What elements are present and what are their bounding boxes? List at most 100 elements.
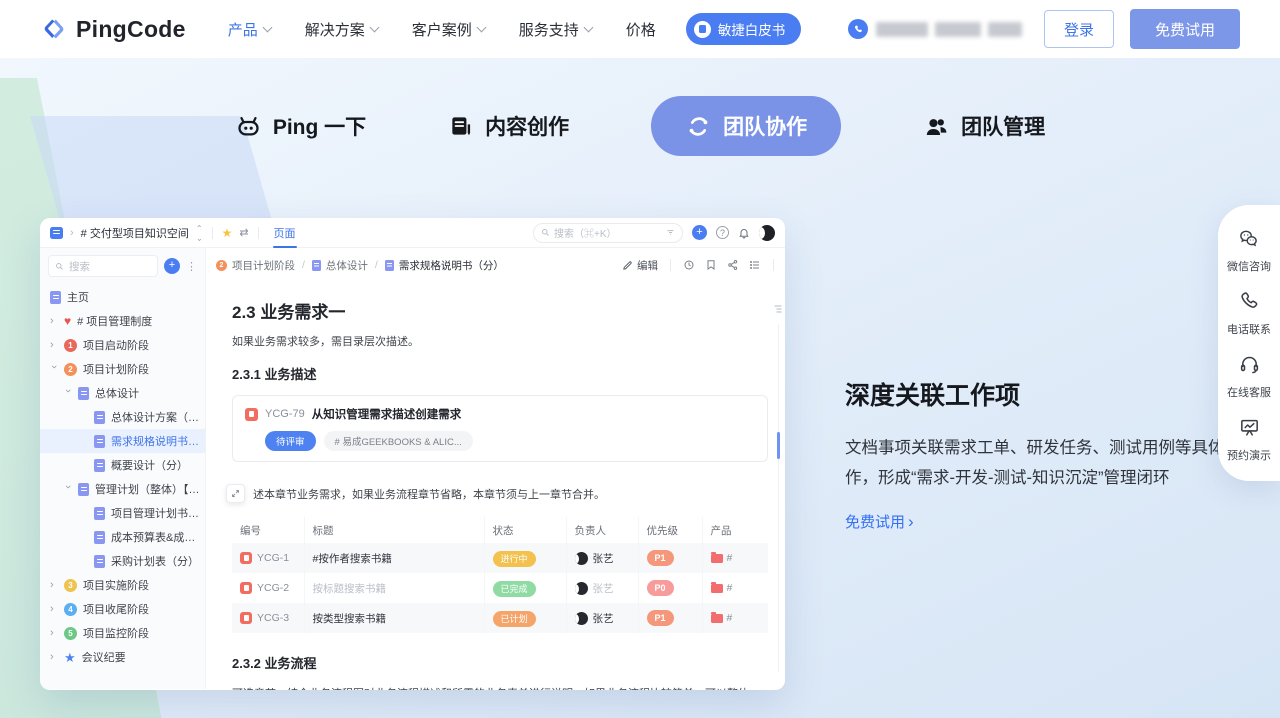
tree-item[interactable]: 采购计划表（分） bbox=[40, 549, 205, 573]
feature-copy: 深度关联工作项 文档事项关联需求工单、研发任务、测试用例等具体工作，形成“需求-… bbox=[845, 376, 1255, 532]
tree-chevron-icon[interactable]: › bbox=[62, 389, 74, 397]
table-row[interactable]: YCG-1 #按作者搜索书籍 进行中 张艺 P1 # bbox=[232, 543, 768, 573]
document-icon bbox=[385, 260, 394, 271]
breadcrumb-item[interactable]: 总体设计 / bbox=[312, 258, 378, 273]
edit-button[interactable]: 编辑 bbox=[622, 258, 658, 273]
requirements-table: 编号 标题 状态 负责人 优先级 产品 bbox=[232, 517, 768, 633]
table-row[interactable]: YCG-3 按类型搜索书籍 已计划 张艺 P1 # bbox=[232, 603, 768, 633]
requirement-icon bbox=[245, 408, 258, 421]
breadcrumb-separator: / bbox=[375, 259, 378, 271]
status-badge: 进行中 bbox=[493, 551, 536, 567]
doc-paragraph: 述本章节业务需求，如果业务流程章节省略，本章节须与上一章节合并。 bbox=[253, 486, 605, 502]
contact-item[interactable]: 预约演示 bbox=[1227, 416, 1271, 463]
nav-menu-item[interactable]: 解决方案 bbox=[305, 19, 378, 40]
tree-item[interactable]: › 2 项目计划阶段 bbox=[40, 357, 205, 381]
nav-menu-item[interactable]: 客户案例 bbox=[412, 19, 485, 40]
expand-icon[interactable] bbox=[226, 484, 245, 503]
tree-chevron-icon[interactable]: › bbox=[62, 485, 74, 493]
contact-item[interactable]: 电话联系 bbox=[1227, 290, 1271, 337]
tree-item[interactable]: 项目管理计划书（... bbox=[40, 501, 205, 525]
help-icon[interactable]: ? bbox=[716, 226, 729, 239]
headset-icon bbox=[1238, 353, 1261, 379]
doc-heading-2: 2.3.2 业务流程 bbox=[232, 653, 768, 672]
tree-item[interactable]: 成本预算表&成本管... bbox=[40, 525, 205, 549]
add-page-button[interactable]: + bbox=[164, 258, 180, 274]
free-trial-link[interactable]: 免费试用 › bbox=[845, 511, 914, 532]
tree-item[interactable]: › 4 项目收尾阶段 bbox=[40, 597, 205, 621]
tree-item[interactable]: › ★ 会议纪要 bbox=[40, 645, 205, 669]
demo-screen-icon bbox=[1238, 416, 1261, 442]
numbered-circle-icon: 5 bbox=[64, 627, 77, 640]
tree-chevron-icon[interactable]: › bbox=[50, 603, 58, 615]
nav-menu-item[interactable]: 价格 bbox=[626, 19, 656, 40]
tree-item[interactable]: 总体设计方案（总） bbox=[40, 405, 205, 429]
tree-chevron-icon[interactable]: › bbox=[50, 315, 58, 327]
tree-chevron-icon[interactable]: › bbox=[50, 579, 58, 591]
more-menu-icon[interactable]: ⋮ bbox=[186, 260, 197, 273]
document-body: 2.3 业务需求一 如果业务需求较多，需目录层次描述。 2.3.1 业务描述 Y… bbox=[206, 280, 785, 690]
sidebar-search-input[interactable]: 搜索 bbox=[48, 255, 158, 277]
contact-item[interactable]: 在线客服 bbox=[1227, 353, 1271, 400]
tree-item[interactable]: 需求规格说明书（... bbox=[40, 429, 205, 453]
outline-list-icon[interactable] bbox=[749, 259, 761, 271]
tree-chevron-icon[interactable]: › bbox=[50, 651, 58, 663]
feature-tab[interactable]: 团队管理 bbox=[923, 96, 1045, 156]
project-tag: # 易成GEEKBOOKS & ALIC... bbox=[324, 431, 473, 451]
contact-item[interactable]: 微信咨询 bbox=[1227, 227, 1271, 274]
tree-item[interactable]: › 管理计划（整体）【内... bbox=[40, 477, 205, 501]
product-cell: # bbox=[711, 612, 761, 624]
swap-icon[interactable]: ⇄ bbox=[239, 226, 248, 239]
tree-item-label: 项目实施阶段 bbox=[83, 577, 205, 593]
tree-chevron-icon[interactable]: › bbox=[50, 627, 58, 639]
bookmark-icon[interactable] bbox=[705, 259, 717, 271]
document-icon bbox=[50, 291, 61, 304]
feature-tab[interactable]: Ping 一下 bbox=[235, 96, 366, 156]
tree-item[interactable]: › ♥ # 项目管理制度 bbox=[40, 309, 205, 333]
share-icon[interactable] bbox=[727, 259, 739, 271]
numbered-circle-icon: 3 bbox=[64, 579, 77, 592]
feature-tab[interactable]: 团队协作 bbox=[651, 96, 841, 156]
user-avatar[interactable] bbox=[759, 225, 775, 241]
breadcrumb-item[interactable]: 需求规格说明书（分） / bbox=[385, 258, 504, 273]
scrollbar-thumb[interactable] bbox=[777, 432, 780, 459]
chevron-down-icon bbox=[583, 22, 593, 32]
bell-icon[interactable] bbox=[738, 227, 750, 239]
divider bbox=[773, 259, 774, 271]
history-clock-icon[interactable] bbox=[683, 259, 695, 271]
chevron-right-icon: › bbox=[70, 227, 74, 239]
space-title[interactable]: # 交付型项目知识空间 bbox=[81, 225, 189, 241]
breadcrumb-item[interactable]: 2 项目计划阶段 / bbox=[216, 258, 305, 273]
whitepaper-badge[interactable]: 敏捷白皮书 bbox=[686, 13, 802, 45]
folder-icon bbox=[711, 614, 723, 623]
sort-toggle-icon[interactable]: ⌃⌃ bbox=[196, 225, 203, 241]
tree-item-label: 需求规格说明书（... bbox=[111, 433, 205, 449]
tree-chevron-icon[interactable]: › bbox=[48, 365, 60, 373]
knowledge-space-icon bbox=[50, 227, 63, 239]
tree-item[interactable]: › 5 项目监控阶段 bbox=[40, 621, 205, 645]
nav-menu-item[interactable]: 服务支持 bbox=[519, 19, 592, 40]
login-button[interactable]: 登录 bbox=[1044, 10, 1114, 48]
feature-tab[interactable]: 内容创作 bbox=[448, 96, 569, 156]
page-tab[interactable]: 页面 bbox=[274, 218, 296, 248]
tree-chevron-icon[interactable]: › bbox=[50, 339, 58, 351]
work-item-title: 从知识管理需求描述创建需求 bbox=[312, 406, 462, 422]
tree-item[interactable]: 概要设计（分） bbox=[40, 453, 205, 477]
pingcode-logo[interactable]: PingCode bbox=[40, 15, 186, 43]
favorite-star-icon[interactable]: ★ bbox=[222, 226, 233, 240]
table-row[interactable]: YCG-2 按标题搜索书籍 已完成 张艺 P0 # bbox=[232, 573, 768, 603]
hero-section: Ping 一下 内容创作 bbox=[0, 58, 1280, 718]
linked-work-item-card[interactable]: YCG-79 从知识管理需求描述创建需求 待评审 # 易成GEEKBOOKS &… bbox=[232, 395, 768, 462]
free-trial-button[interactable]: 免费试用 bbox=[1130, 9, 1240, 49]
toc-outline-icon[interactable] bbox=[772, 302, 784, 320]
tree-item[interactable]: 主页 bbox=[40, 285, 205, 309]
app-search-input[interactable]: 搜索（⌘+K） bbox=[533, 223, 683, 243]
nav-menu-item[interactable]: 产品 bbox=[228, 19, 271, 40]
contact-item-label: 在线客服 bbox=[1227, 384, 1271, 400]
tree-item[interactable]: › 1 项目启动阶段 bbox=[40, 333, 205, 357]
add-button[interactable]: + bbox=[692, 225, 707, 240]
tree-item[interactable]: › 总体设计 bbox=[40, 381, 205, 405]
status-badge: 已完成 bbox=[493, 581, 536, 597]
breadcrumb-separator: / bbox=[302, 259, 305, 271]
folder-icon bbox=[711, 554, 723, 563]
tree-item[interactable]: › 3 项目实施阶段 bbox=[40, 573, 205, 597]
